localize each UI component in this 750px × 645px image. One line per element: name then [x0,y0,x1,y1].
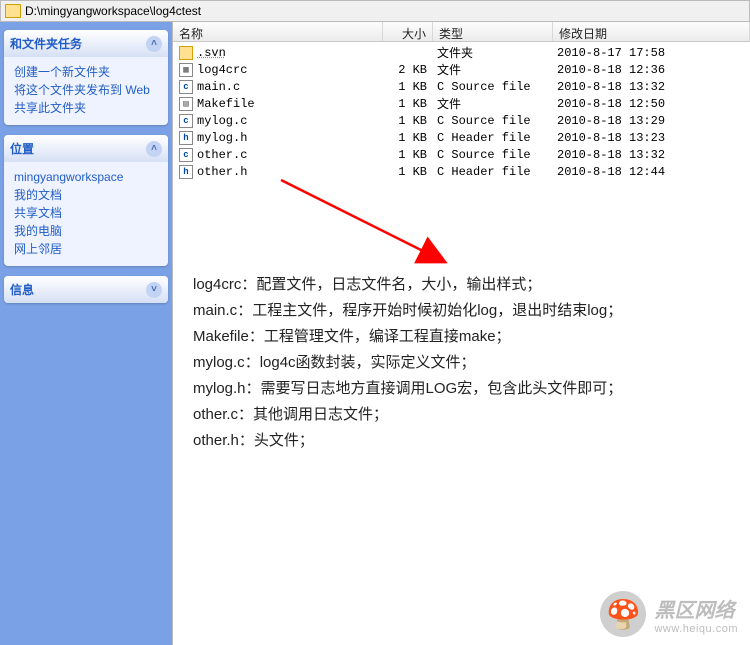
col-type-header[interactable]: 类型 [433,22,553,41]
file-size: 1 KB [383,148,433,162]
file-type: 文件 [433,95,553,112]
panel-header-details[interactable]: 信息 ˅ [4,276,168,303]
file-row[interactable]: ▤ Makefile 1 KB文件2010-8-18 12:50 [173,95,750,112]
place-my-documents[interactable]: 我的文档 [14,186,158,204]
file-size: 1 KB [383,131,433,145]
panel-places: 位置 ˄ mingyangworkspace 我的文档 共享文档 我的电脑 网上… [4,135,168,266]
annotation-line: main.c：工程主文件，程序开始时候初始化log，退出时结束log； [193,298,740,324]
annotation-line: other.c：其他调用日志文件； [193,402,740,428]
chevron-up-icon: ˄ [146,36,162,52]
file-date: 2010-8-18 12:44 [553,165,750,179]
annotations: log4crc：配置文件，日志文件名，大小，输出样式；main.c：工程主文件，… [193,272,740,454]
panel-title: 位置 [10,140,34,157]
file-type: C Header file [433,131,553,145]
file-row[interactable]: c other.c 1 KBC Source file2010-8-18 13:32 [173,146,750,163]
file-name: .svn [197,46,226,60]
file-icon: c [179,80,193,94]
file-icon: h [179,131,193,145]
place-my-computer[interactable]: 我的电脑 [14,222,158,240]
file-name: other.c [197,148,247,162]
address-text: D:\mingyangworkspace\log4ctest [25,4,201,18]
file-list: .svn文件夹2010-8-17 17:58▦log4crc2 KB文件2010… [173,42,750,180]
folder-icon [5,4,21,18]
file-date: 2010-8-18 12:50 [553,97,750,111]
annotation-line: Makefile：工程管理文件，编译工程直接make； [193,324,740,350]
file-name: mylog.h [197,131,247,145]
task-new-folder[interactable]: 创建一个新文件夹 [14,63,158,81]
panel-title: 和文件夹任务 [10,35,82,52]
chevron-down-icon: ˅ [146,282,162,298]
file-name: mylog.c [197,114,247,128]
file-name: log4crc [197,63,247,77]
file-pane: 名称 大小 类型 修改日期 .svn 文件夹2010-8-17 17:58 ▦ log… [172,22,750,645]
file-name: other.h [197,165,247,179]
address-bar[interactable]: D:\mingyangworkspace\log4ctest [0,0,750,22]
annotation-line: log4crc：配置文件，日志文件名，大小，输出样式； [193,272,740,298]
annotation-line: mylog.h：需要写日志地方直接调用LOG宏，包含此头文件即可； [193,376,740,402]
watermark: 🍄 黑区网络 www.heiqu.com [600,591,738,637]
place-parent[interactable]: mingyangworkspace [14,168,158,186]
file-row[interactable]: .svn 文件夹2010-8-17 17:58 [173,44,750,61]
file-date: 2010-8-18 13:29 [553,114,750,128]
file-size: 2 KB [383,63,433,77]
file-size: 1 KB [383,80,433,94]
file-type: C Source file [433,80,553,94]
file-icon: h [179,165,193,179]
panel-header-places[interactable]: 位置 ˄ [4,135,168,162]
panel-header-tasks[interactable]: 和文件夹任务 ˄ [4,30,168,57]
file-icon: c [179,114,193,128]
file-date: 2010-8-17 17:58 [553,46,750,60]
file-type: C Source file [433,114,553,128]
col-size-header[interactable]: 大小 [383,22,433,41]
file-date: 2010-8-18 13:23 [553,131,750,145]
file-type: 文件 [433,61,553,78]
file-icon: ▤ [179,97,193,111]
file-size: 1 KB [383,165,433,179]
file-type: C Header file [433,165,553,179]
panel-tasks: 和文件夹任务 ˄ 创建一个新文件夹 将这个文件夹发布到 Web 共享此文件夹 [4,30,168,125]
file-type: C Source file [433,148,553,162]
file-icon: ▦ [179,63,193,77]
place-shared-docs[interactable]: 共享文档 [14,204,158,222]
watermark-cn: 黑区网络 [654,594,738,623]
annotation-line: other.h：头文件； [193,428,740,454]
chevron-up-icon: ˄ [146,141,162,157]
file-size: 1 KB [383,97,433,111]
file-date: 2010-8-18 12:36 [553,63,750,77]
file-date: 2010-8-18 13:32 [553,80,750,94]
panel-title: 信息 [10,281,34,298]
col-date-header[interactable]: 修改日期 [553,22,750,41]
file-row[interactable]: h mylog.h 1 KBC Header file2010-8-18 13:23 [173,129,750,146]
col-name-header[interactable]: 名称 [173,22,383,41]
file-icon: c [179,148,193,162]
task-publish-web[interactable]: 将这个文件夹发布到 Web [14,81,158,99]
place-network[interactable]: 网上邻居 [14,240,158,258]
file-row[interactable]: h other.h 1 KBC Header file2010-8-18 12:44 [173,163,750,180]
column-headers: 名称 大小 类型 修改日期 [173,22,750,42]
sidebar: 和文件夹任务 ˄ 创建一个新文件夹 将这个文件夹发布到 Web 共享此文件夹 位… [0,22,172,645]
mushroom-icon: 🍄 [600,591,646,637]
file-row[interactable]: c main.c 1 KBC Source file2010-8-18 13:32 [173,78,750,95]
file-row[interactable]: c mylog.c 1 KBC Source file2010-8-18 13:29 [173,112,750,129]
file-icon [179,46,193,60]
file-name: main.c [197,80,240,94]
file-name: Makefile [197,97,255,111]
file-type: 文件夹 [433,44,553,61]
annotation-line: mylog.c：log4c函数封装，实际定义文件； [193,350,740,376]
file-row[interactable]: ▦ log4crc 2 KB文件2010-8-18 12:36 [173,61,750,78]
panel-details: 信息 ˅ [4,276,168,303]
file-date: 2010-8-18 13:32 [553,148,750,162]
watermark-en: www.heiqu.com [654,623,738,635]
file-size: 1 KB [383,114,433,128]
task-share-folder[interactable]: 共享此文件夹 [14,99,158,117]
